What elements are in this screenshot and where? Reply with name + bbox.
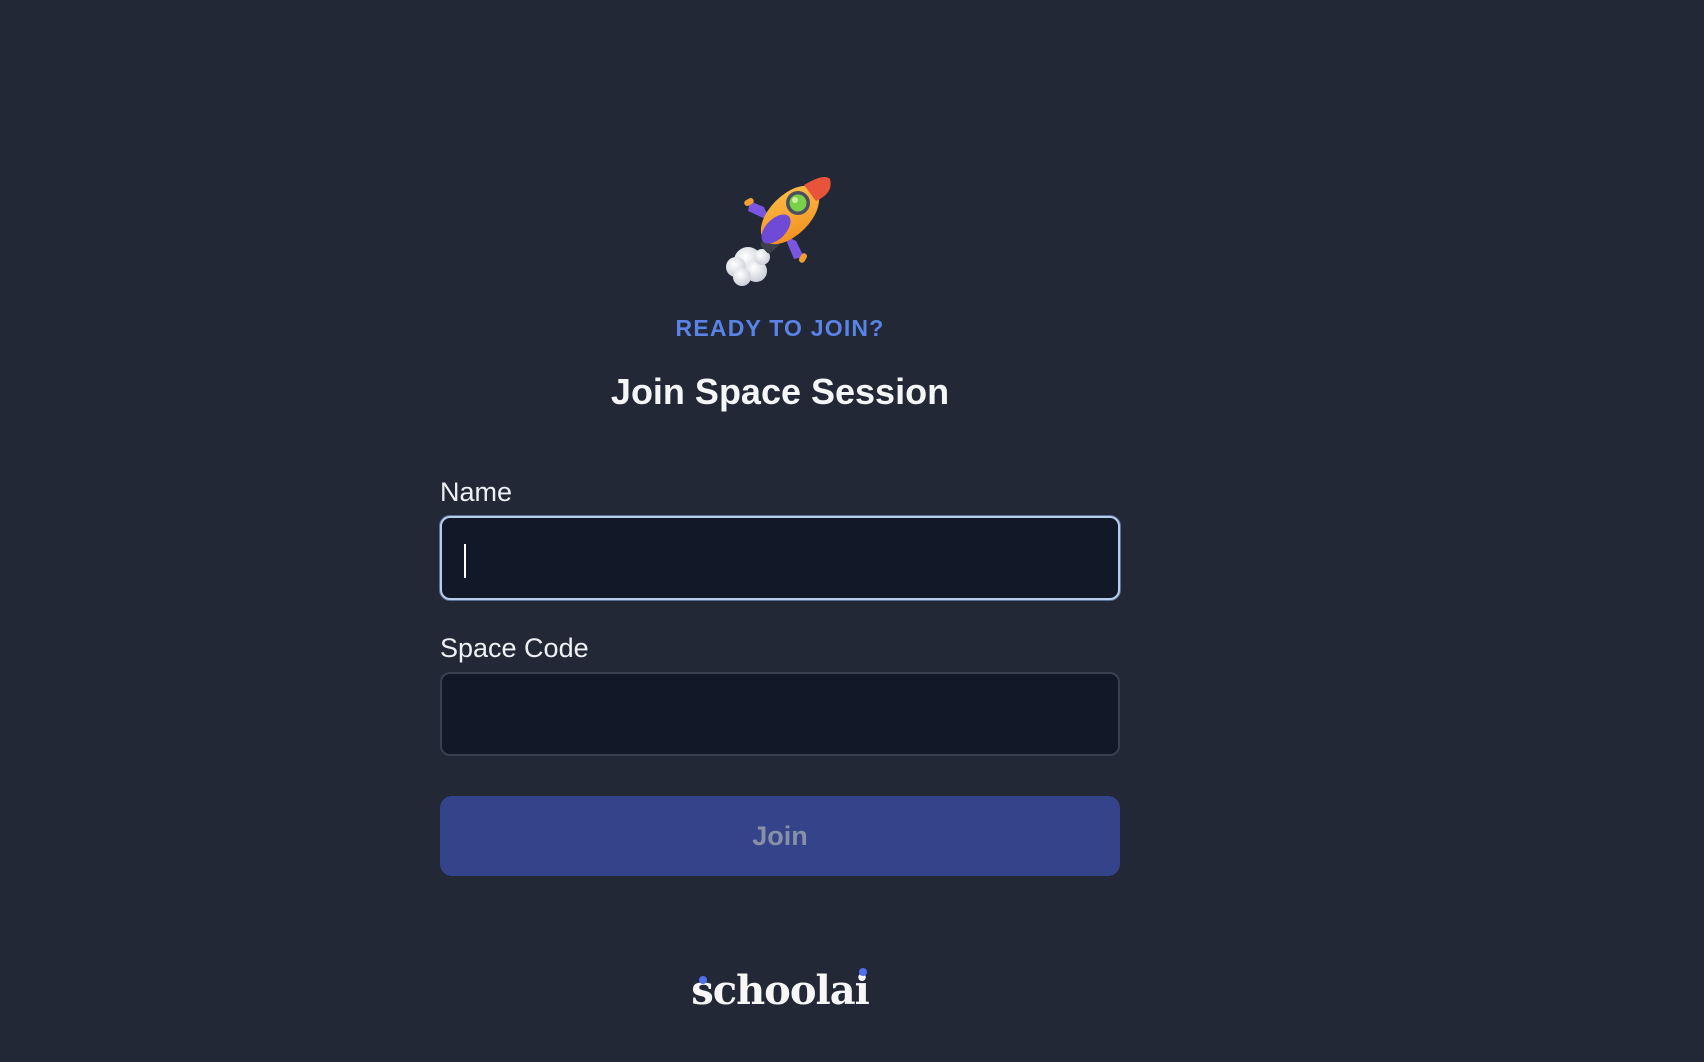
eyebrow-text: READY TO JOIN? — [675, 315, 885, 341]
logo-dot-icon — [858, 968, 867, 976]
space-code-label: Space Code — [440, 633, 589, 663]
logo-wordmark: schoolai — [691, 966, 870, 1016]
space-code-input[interactable] — [442, 674, 1118, 754]
join-form: Name Space Code Join — [440, 474, 1120, 876]
space-code-field-container[interactable] — [440, 672, 1120, 756]
name-input[interactable] — [442, 518, 1118, 598]
page-title: Join Space Session — [610, 371, 950, 412]
text-cursor — [464, 544, 466, 578]
join-button[interactable]: Join — [440, 796, 1120, 876]
name-label: Name — [440, 477, 513, 507]
join-page: READY TO JOIN? Join Space Session Name S… — [0, 0, 1704, 1062]
logo-text: schoolai — [691, 967, 870, 1014]
schoolai-logo[interactable]: schoolai — [0, 966, 1560, 1016]
rocket-icon — [726, 177, 831, 286]
name-field-container[interactable] — [440, 516, 1120, 600]
